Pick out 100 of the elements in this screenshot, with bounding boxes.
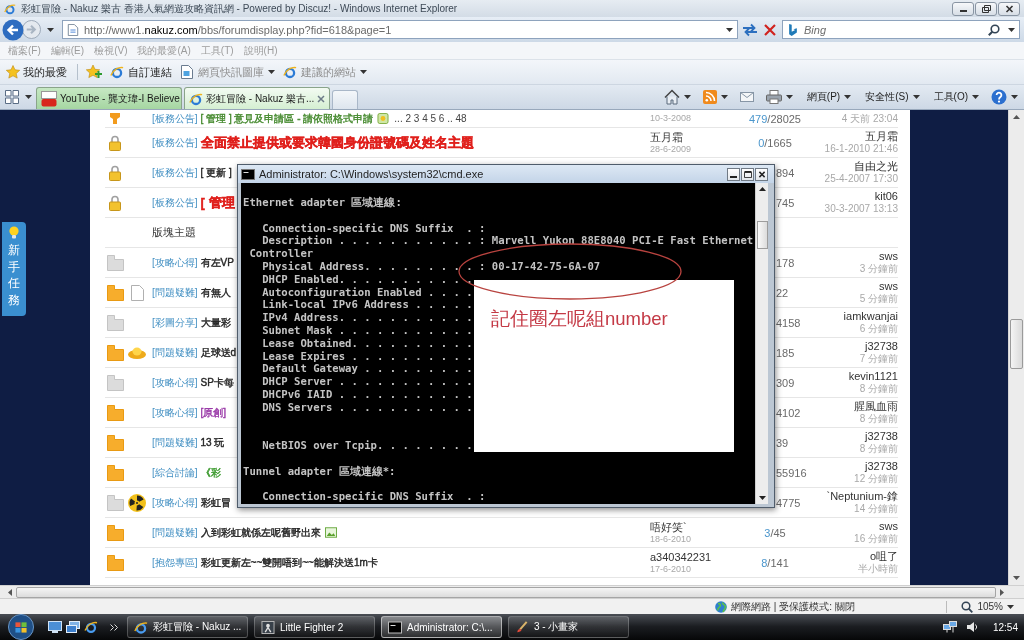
page-links[interactable]: ... 2 3 4 5 6 .. 48 [394, 113, 467, 124]
last-poster[interactable]: j32738 [864, 459, 898, 474]
maximize-button[interactable] [741, 167, 754, 181]
thread-title[interactable]: 大量彩 [200, 315, 231, 330]
x-icon[interactable] [764, 23, 776, 36]
last-poster[interactable]: `Neptunium-鎿 [826, 489, 898, 504]
browser-logo-icon[interactable] [84, 621, 98, 633]
last-poster[interactable]: sws [879, 519, 898, 534]
category-link[interactable]: [攻略心得] [152, 255, 198, 270]
last-poster[interactable]: j32738 [864, 339, 898, 354]
thread-title[interactable]: 有左VP [200, 255, 234, 270]
left-arrow-icon[interactable] [8, 588, 12, 596]
last-poster[interactable]: kit06 [874, 189, 898, 204]
thread-title[interactable]: 彩虹冒 [200, 495, 231, 510]
speaker-icon[interactable] [964, 621, 979, 633]
up-arrow-icon[interactable] [1013, 115, 1020, 119]
caret-icon[interactable] [25, 95, 32, 99]
thread-title[interactable]: [ 更新 ] [200, 165, 232, 180]
caret-icon[interactable] [720, 95, 728, 99]
last-poster[interactable]: j32738 [864, 429, 898, 444]
category-link[interactable]: [攻略心得] [152, 375, 198, 390]
thread-title[interactable]: [原創] [200, 405, 227, 420]
refresh-arrows-icon[interactable] [742, 21, 758, 38]
last-poster[interactable]: 自由之光 [854, 159, 898, 174]
thread-title[interactable]: 足球送d [200, 345, 237, 360]
chevron-icon[interactable] [110, 623, 118, 631]
scrollbar[interactable] [755, 183, 768, 504]
category-link[interactable]: [板務公告] [152, 195, 198, 210]
category-link[interactable]: [板務公告] [152, 165, 198, 180]
category-link[interactable]: [問題疑難] [152, 285, 198, 300]
browser-tab[interactable]: 彩虹冒險 - Nakuz 樂古... [184, 87, 330, 109]
down-arrow-icon[interactable] [758, 496, 766, 500]
category-link[interactable]: [問題疑難] [152, 345, 198, 360]
favorites-button[interactable]: 我的最愛 [6, 64, 67, 80]
house-icon[interactable] [663, 89, 680, 105]
caret-icon[interactable] [785, 95, 793, 99]
caret-icon[interactable] [726, 27, 733, 32]
network-icon[interactable] [942, 621, 957, 633]
caret-icon[interactable] [47, 27, 54, 32]
category-link[interactable]: [板務公告] [152, 111, 198, 126]
thread-title[interactable]: 全面禁止提供或要求韓國身份證號碼及姓名主題 [200, 133, 474, 152]
category-link[interactable]: [板務公告] [152, 135, 198, 150]
thread-title[interactable]: 有無人 [200, 285, 231, 300]
scrollbar[interactable] [1008, 110, 1024, 585]
thread-title[interactable]: SP卡每 [200, 375, 234, 390]
category-link[interactable]: [抱怨專區] [152, 555, 198, 570]
thread-title[interactable]: 《彩 [200, 465, 221, 480]
add-favorite-icon[interactable] [86, 65, 102, 79]
last-poster[interactable]: kevin1121 [848, 369, 898, 384]
author-name[interactable]: 五月霜 [650, 130, 748, 144]
caret-icon[interactable] [1007, 604, 1014, 609]
taskbar-button[interactable]: 彩虹冒險 - Nakuz ... [127, 616, 248, 638]
up-arrow-icon[interactable] [758, 187, 766, 191]
thread-title[interactable]: [ 管理 [200, 193, 235, 212]
envelope-icon[interactable] [739, 90, 754, 104]
category-link[interactable]: [綜合討論] [152, 465, 198, 480]
taskbar-button[interactable]: Little Fighter 2 [254, 616, 375, 638]
desktop-icon[interactable] [48, 621, 62, 633]
zoom-level[interactable]: 105% [977, 601, 1003, 612]
close-button[interactable] [998, 1, 1020, 16]
author-name[interactable]: 唔好笑` [650, 520, 748, 534]
caret-icon[interactable] [683, 95, 691, 99]
last-poster[interactable]: sws [879, 279, 898, 294]
minimize-button[interactable] [952, 1, 974, 16]
question-icon[interactable] [991, 89, 1007, 105]
last-poster[interactable]: o咀了 [869, 549, 898, 564]
minimize-button[interactable] [727, 167, 740, 181]
last-poster[interactable]: sws [879, 249, 898, 264]
menu-button[interactable]: 網頁(P) [806, 90, 852, 104]
taskbar-button[interactable]: Administrator: C:\... [381, 616, 502, 638]
magnifier-icon[interactable] [961, 600, 974, 613]
start-orb-icon[interactable] [8, 614, 34, 640]
close-icon[interactable] [317, 94, 326, 103]
last-poster[interactable]: iamkwanjai [843, 309, 898, 324]
close-button[interactable] [755, 167, 768, 181]
category-link[interactable]: [攻略心得] [152, 495, 198, 510]
restore-button[interactable] [975, 1, 997, 16]
thread-title[interactable]: 彩虹更新左~~雙開唔到~~能解決送1m卡 [200, 555, 378, 570]
thread-title[interactable]: 入到彩虹就係左呢舊野出來 [200, 525, 321, 540]
search-field[interactable]: Bing [782, 20, 1020, 39]
author-name[interactable]: a340342231 [650, 550, 748, 564]
printer-icon[interactable] [765, 89, 782, 105]
category-link[interactable]: [彩圖分享] [152, 315, 198, 330]
thread-title[interactable]: 13 玩 [200, 435, 225, 450]
link-button[interactable]: 自訂連結 [110, 64, 172, 80]
last-poster[interactable]: 五月霜 [865, 129, 898, 144]
last-poster[interactable]: 腥風血雨 [854, 399, 898, 414]
menu-button[interactable]: 工具(O) [933, 90, 979, 104]
window-stack-icon[interactable] [66, 621, 80, 633]
clock-time[interactable]: 12:54 [992, 621, 1018, 633]
browser-tab[interactable]: YouTube - 龔文瑋-I Believe [36, 87, 182, 109]
tab-grid-icon[interactable] [5, 90, 19, 104]
caret-icon[interactable] [1008, 27, 1015, 32]
right-arrow-icon[interactable] [1000, 588, 1004, 596]
address-field[interactable]: http://www1.nakuz.com/bbs/forumdisplay.php?fid=618&page=1 [62, 20, 738, 39]
scroll-thumb[interactable] [756, 221, 768, 249]
scroll-thumb[interactable] [1010, 319, 1023, 369]
down-arrow-icon[interactable] [1013, 576, 1020, 580]
search-icon[interactable] [988, 23, 1000, 36]
category-link[interactable]: [問題疑難] [152, 525, 198, 540]
